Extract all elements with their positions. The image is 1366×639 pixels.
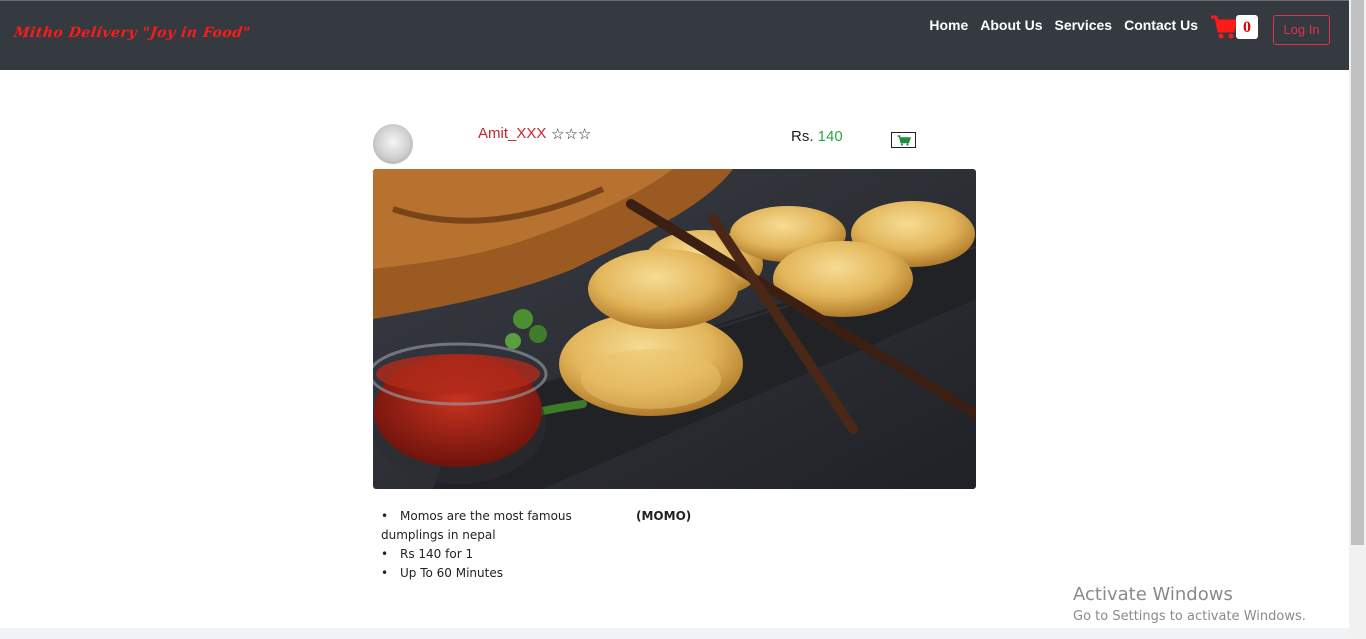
- list-item: Up To 60 Minutes: [381, 564, 591, 583]
- activate-windows-watermark: Activate Windows Go to Settings to activ…: [1073, 583, 1306, 627]
- watermark-subtitle: Go to Settings to activate Windows.: [1073, 609, 1306, 624]
- page-bottom-bar: [0, 628, 1349, 639]
- momo-food-image: [373, 169, 976, 489]
- add-to-cart-icon: [897, 135, 911, 146]
- star-outline-icon[interactable]: ☆: [564, 125, 577, 143]
- list-item: Rs 140 for 1: [381, 545, 591, 564]
- cart-button[interactable]: 0: [1210, 13, 1262, 43]
- avatar: [373, 124, 413, 164]
- username-link[interactable]: Amit_XXX: [478, 125, 546, 142]
- price-label: Rs.: [791, 128, 814, 145]
- shopping-cart-icon: [1211, 15, 1238, 39]
- nav-services-link[interactable]: Services: [1054, 17, 1112, 33]
- dish-name: (MOMO): [636, 509, 692, 523]
- star-outline-icon[interactable]: ☆: [578, 125, 591, 143]
- scrollbar[interactable]: [1349, 0, 1366, 639]
- login-button[interactable]: Log In: [1273, 15, 1330, 45]
- list-item: Momos are the most famous dumplings in n…: [381, 507, 591, 545]
- scrollbar-thumb[interactable]: [1351, 0, 1364, 545]
- nav-links: Home About Us Services Contact Us: [929, 17, 1198, 33]
- price-value: 140: [817, 128, 843, 145]
- nav-about-link[interactable]: About Us: [980, 17, 1042, 33]
- add-to-cart-button[interactable]: [891, 132, 916, 148]
- nav-contact-link[interactable]: Contact Us: [1124, 17, 1198, 33]
- nav-home-link[interactable]: Home: [929, 17, 968, 33]
- watermark-title: Activate Windows: [1073, 584, 1233, 605]
- cart-count-badge: 0: [1236, 15, 1258, 39]
- brand-logo[interactable]: Mitho Delivery "Joy in Food": [13, 25, 252, 41]
- rating-stars: ☆☆☆: [551, 125, 591, 143]
- star-outline-icon[interactable]: ☆: [551, 125, 564, 143]
- features-list: Momos are the most famous dumplings in n…: [381, 507, 591, 583]
- price: Rs. 140: [791, 128, 843, 145]
- navbar: Mitho Delivery "Joy in Food" Home About …: [0, 0, 1349, 70]
